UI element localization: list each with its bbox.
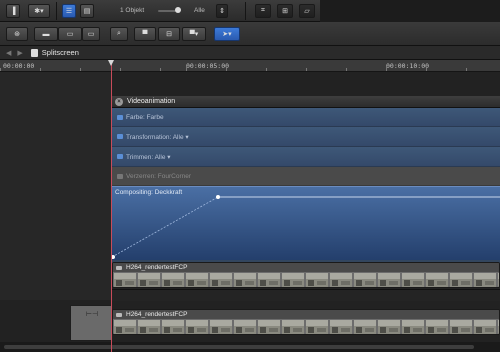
- animation-row-label: Verzerren: FourCorner: [126, 172, 192, 180]
- clip-name: H264_rendertestFCP: [126, 311, 188, 318]
- filmstrip: [113, 272, 499, 287]
- close-icon[interactable]: ×: [115, 97, 123, 106]
- ruler-tick: [386, 66, 387, 71]
- zoom-slider-knob[interactable]: [175, 7, 181, 13]
- divider: [56, 2, 57, 20]
- parameter-icon: [117, 114, 123, 120]
- scrollbar-thumb[interactable]: [4, 345, 474, 349]
- filter-stepper-icon[interactable]: ⇕: [216, 4, 228, 18]
- split-clip-button[interactable]: ⊟: [158, 27, 180, 41]
- audio-enhance-button[interactable]: ▀: [134, 27, 156, 41]
- clip-header: H264_rendertestFCP: [113, 263, 499, 272]
- timecode-label: 00:00:00: [3, 62, 35, 70]
- ruler-tick: [346, 68, 347, 71]
- animation-row-color[interactable]: Farbe: Farbe: [112, 108, 500, 127]
- horizontal-scrollbar[interactable]: [0, 342, 500, 352]
- video-clip[interactable]: H264_rendertestFCP: [112, 309, 500, 335]
- camera-import-icon[interactable]: ⊛: [6, 27, 28, 41]
- project-title: Splitscreen: [41, 48, 79, 57]
- keyframe-point[interactable]: [216, 195, 220, 199]
- playhead[interactable]: [111, 60, 112, 352]
- ruler-tick: [120, 68, 121, 71]
- library-icon[interactable]: ▐: [6, 4, 20, 18]
- opacity-curve: [112, 195, 500, 259]
- ruler-tick: [266, 68, 267, 71]
- select-tool-button[interactable]: ➤▾: [214, 27, 240, 41]
- gear-icon[interactable]: ✱▾: [28, 4, 50, 18]
- insert-clip-button[interactable]: ▭: [58, 27, 82, 41]
- keyword-icon[interactable]: ⌕: [110, 27, 128, 41]
- ruler-tick: [466, 68, 467, 71]
- top-toolbar: ▐ ✱▾ ☰ ▤ 1 Objekt Alle ⇕ ⌗ ⊞ ▱: [0, 0, 500, 22]
- transform-icon[interactable]: ⊞: [277, 4, 293, 18]
- animation-row-distort[interactable]: Verzerren: FourCorner: [112, 167, 500, 186]
- clip-header: H264_rendertestFCP: [113, 310, 499, 319]
- animation-row-label: Trimmen: Alle ▾: [126, 153, 171, 161]
- ruler-tick: [306, 68, 307, 71]
- viewer-top-area: [320, 0, 500, 22]
- clip-appearance-button[interactable]: ▀▾: [182, 27, 206, 41]
- timeline-gap: [0, 72, 112, 300]
- filmstrip: [113, 319, 499, 334]
- gap-icon: ⊢⊣: [85, 311, 99, 318]
- filmstrip-view-icon[interactable]: ▤: [80, 4, 94, 18]
- playhead-handle-icon[interactable]: [108, 60, 114, 66]
- divider: [245, 2, 246, 20]
- object-count: 1 Objekt: [120, 7, 145, 14]
- animation-row-trim[interactable]: Trimmen: Alle ▾: [112, 147, 500, 167]
- clip-effect-icon[interactable]: [116, 265, 122, 270]
- list-view-icon[interactable]: ☰: [62, 4, 76, 18]
- ruler-tick: [40, 68, 41, 71]
- parameter-icon: [117, 154, 123, 159]
- forward-arrow-icon[interactable]: ▶: [17, 49, 22, 57]
- compositing-opacity-lane[interactable]: Compositing: Deckkraft: [112, 186, 500, 260]
- clip-effect-icon[interactable]: [116, 312, 122, 317]
- video-animation-header: × Videoanimation: [112, 96, 500, 108]
- ruler-tick: [160, 68, 161, 71]
- video-clip[interactable]: H264_rendertestFCP: [112, 262, 500, 288]
- breadcrumb: ◀ ▶ Splitscreen: [0, 46, 500, 60]
- ruler-tick: [80, 68, 81, 71]
- edit-toolbar: ⊛ ▬ ▭ ▭ ⌕ ▀ ⊟ ▀▾ ➤▾: [0, 22, 500, 46]
- crop-icon[interactable]: ⌗: [255, 4, 271, 18]
- distort-icon[interactable]: ▱: [299, 4, 315, 18]
- ruler-tick: [0, 68, 1, 71]
- timeline-ruler[interactable]: 00:00:00 00:00:05:00 00:00:10:00: [0, 60, 500, 72]
- gap-clip[interactable]: ⊢⊣: [70, 305, 112, 341]
- timecode-label: 00:00:05:00: [186, 62, 230, 70]
- track-gap: [112, 289, 500, 301]
- animation-row-transform[interactable]: Transformation: Alle ▾: [112, 127, 500, 147]
- animation-row-label: Transformation: Alle ▾: [126, 133, 189, 141]
- ruler-tick: [226, 68, 227, 71]
- project-icon: [30, 48, 38, 57]
- opacity-ramp-line: [112, 196, 219, 258]
- timecode-label: 00:00:10:00: [386, 62, 430, 70]
- parameter-icon: [117, 134, 123, 139]
- back-arrow-icon[interactable]: ◀: [6, 49, 11, 57]
- filter-label[interactable]: Alle: [194, 7, 205, 14]
- video-animation-title: Videoanimation: [127, 98, 176, 105]
- ruler-tick: [186, 66, 187, 71]
- clip-name: H264_rendertestFCP: [126, 264, 188, 271]
- append-clip-button[interactable]: ▭: [82, 27, 100, 41]
- connect-clip-button[interactable]: ▬: [34, 27, 58, 41]
- parameter-icon: [117, 173, 123, 179]
- keyframe-point[interactable]: [112, 255, 115, 259]
- animation-row-label: Farbe: Farbe: [126, 113, 164, 121]
- ruler-tick: [426, 68, 427, 71]
